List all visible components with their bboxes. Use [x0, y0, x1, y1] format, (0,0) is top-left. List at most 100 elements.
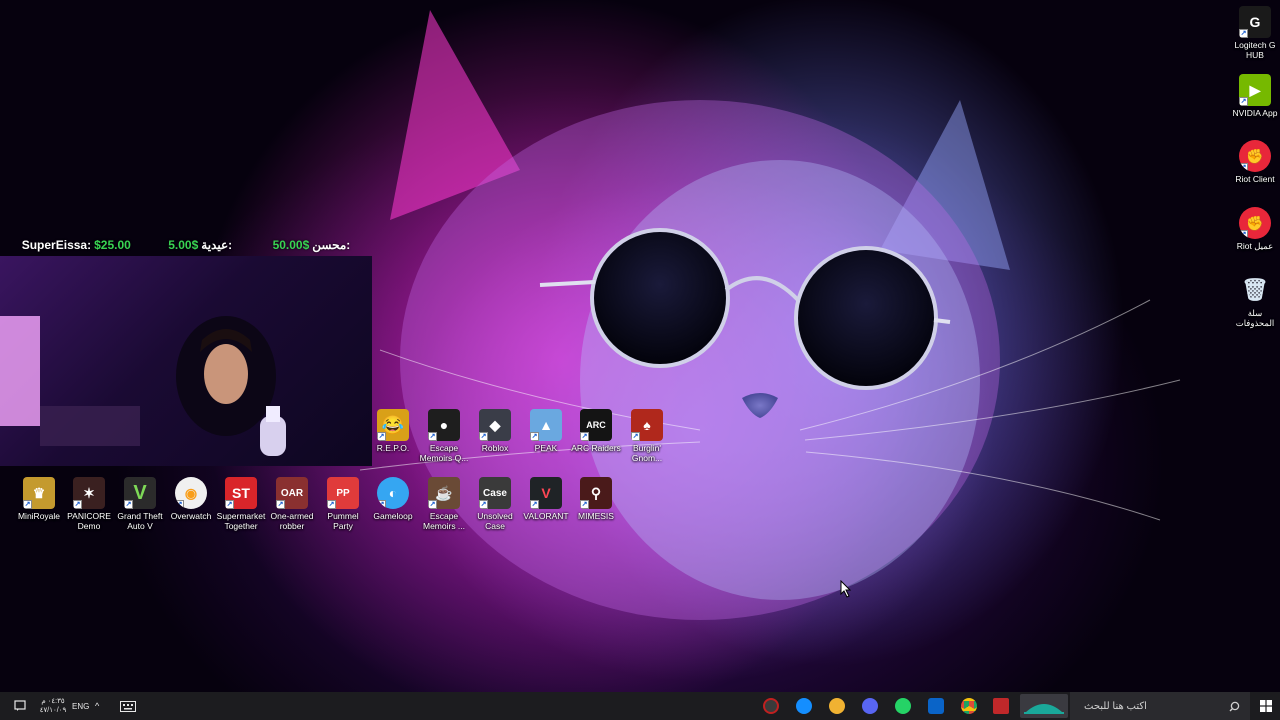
desktop-icon-label: Logitech G HUB: [1234, 40, 1276, 60]
clock-date: ٤٧/١٠/٠٩: [39, 707, 67, 714]
desktop-icon-unsolved-case[interactable]: Case ↗ Unsolved Case: [469, 477, 521, 531]
desktop-icon-label: R.E.P.O.: [376, 443, 410, 453]
desktop-icon-label: VALORANT: [523, 511, 569, 521]
desktop-icon-riot-client[interactable]: ✊ ↗ Riot Client: [1229, 140, 1280, 184]
desktop-icon-label: NVIDIA App: [1232, 108, 1278, 118]
desktop-icon-label: One-armed robber: [270, 511, 314, 531]
desktop-icon-overwatch[interactable]: ◉ ↗ Overwatch: [165, 477, 217, 521]
desktop-icon-one-armed-robber[interactable]: OAR ↗ One-armed robber: [266, 477, 318, 531]
taskbar-app-battlenet[interactable]: [793, 696, 815, 716]
shortcut-arrow-icon: ↗: [479, 500, 488, 509]
taskbar-app-chrome[interactable]: [958, 696, 980, 716]
taskbar-clock[interactable]: ٠٤:٣٥ م ٤٧/١٠/٠٩: [36, 692, 70, 720]
taskbar-app-media[interactable]: [990, 696, 1012, 716]
shortcut-arrow-icon: ↗: [175, 500, 184, 509]
desktop-icon-pummel-party[interactable]: PP ↗ Pummel Party: [317, 477, 369, 531]
desktop-icon-recycle-bin[interactable]: 🗑 سلة المحذوفات: [1229, 274, 1280, 328]
desktop-icon-gameloop[interactable]: ◐ ↗ Gameloop: [367, 477, 419, 521]
discord-alt-icon: [829, 698, 845, 714]
panicore-icon: ✶ ↗: [73, 477, 105, 509]
desktop-icon-label: MIMESIS: [578, 511, 614, 521]
shortcut-arrow-icon: ↗: [1239, 163, 1248, 172]
shortcut-arrow-icon: ↗: [1239, 29, 1248, 38]
unsolved-case-icon: Case ↗: [479, 477, 511, 509]
desktop-icon-mimesis[interactable]: ⚲ ↗ MIMESIS: [570, 477, 622, 521]
running-app-thumbnail-icon: [1024, 704, 1064, 714]
shortcut-arrow-icon: ↗: [479, 432, 488, 441]
shortcut-arrow-icon: ↗: [327, 500, 336, 509]
mouse-cursor-icon: [840, 580, 852, 598]
shortcut-arrow-icon: ↗: [73, 500, 82, 509]
taskbar-app-whatsapp[interactable]: [892, 696, 914, 716]
taskbar-search-box[interactable]: اكتب هنا للبحث: [1070, 692, 1250, 720]
shortcut-arrow-icon: ↗: [225, 500, 234, 509]
desktop-icon-logitech-g-hub[interactable]: G ↗ Logitech G HUB: [1229, 6, 1280, 60]
shortcut-arrow-icon: ↗: [530, 432, 539, 441]
desktop-icon-label: ARC Raiders: [571, 443, 621, 453]
language-indicator[interactable]: ENG: [72, 692, 89, 720]
desktop-icon-burglin-gnomes[interactable]: ♠ ↗ Burglin' Gnom...: [621, 409, 673, 463]
desktop-icon-valorant[interactable]: V ↗ VALORANT: [520, 477, 572, 521]
webcam-feed: [0, 316, 286, 456]
webcam-overlay: [0, 256, 372, 466]
mimesis-icon: ⚲ ↗: [580, 477, 612, 509]
notification-center-icon[interactable]: [14, 692, 26, 720]
desktop-icon-riot-client-ar[interactable]: ✊ ↗ Riot عميل: [1229, 207, 1280, 251]
donation-entry: SuperEissa: $25.00: [19, 238, 131, 252]
donor-name: عيدية:: [201, 238, 233, 252]
desktop-icon-panicore[interactable]: ✶ ↗ PANICORE Demo: [63, 477, 115, 531]
nvidia-icon: ▶ ↗: [1239, 74, 1271, 106]
obs-icon: [763, 698, 779, 714]
desktop-icon-label: Escape Memoirs ...: [422, 511, 466, 531]
shortcut-arrow-icon: ↗: [530, 500, 539, 509]
desktop-icon-label: Riot Client: [1235, 174, 1275, 184]
battlenet-icon: [796, 698, 812, 714]
desktop-icon-roblox[interactable]: ◆ ↗ Roblox: [469, 409, 521, 453]
desktop-icon-peak[interactable]: ▲ ↗ PEAK: [520, 409, 572, 453]
desktop-icon-miniroyale[interactable]: ♛ ↗ MiniRoyale: [13, 477, 65, 521]
riot-icon: ✊ ↗: [1239, 140, 1271, 172]
shortcut-arrow-icon: ↗: [124, 500, 133, 509]
desktop-icon-label: Riot عميل: [1236, 241, 1274, 251]
desktop-icon-gta-v[interactable]: V ↗ Grand Theft Auto V: [114, 477, 166, 531]
desktop-icon-escape-memoirs-q[interactable]: ● ↗ Escape Memoirs Q...: [418, 409, 470, 463]
desktop-icon-repo[interactable]: 😂 ↗ R.E.P.O.: [367, 409, 419, 453]
shortcut-arrow-icon: ↗: [23, 500, 32, 509]
one-armed-robber-icon: OAR ↗: [276, 477, 308, 509]
desktop-icon-label: Supermarket Together: [216, 511, 266, 531]
chrome-icon: [961, 698, 977, 714]
taskbar-running-app[interactable]: [1020, 694, 1068, 718]
start-button[interactable]: [1252, 692, 1280, 720]
burglin-gnomes-icon: ♠ ↗: [631, 409, 663, 441]
arc-raiders-icon: ARC ↗: [580, 409, 612, 441]
desktop-icon-escape-memoirs[interactable]: ☕ ↗ Escape Memoirs ...: [418, 477, 470, 531]
taskbar-app-discord[interactable]: [859, 696, 881, 716]
search-icon: [1229, 701, 1240, 711]
shortcut-arrow-icon: ↗: [1239, 97, 1248, 106]
desktop-icon-label: PEAK: [534, 443, 558, 453]
donor-name: محسن:: [312, 238, 351, 252]
taskbar-app-obs[interactable]: [760, 696, 782, 716]
taskbar-app-discord-alt[interactable]: [826, 696, 848, 716]
recycle-bin-icon: 🗑: [1241, 277, 1269, 302]
desktop-icon-nvidia-app[interactable]: ▶ ↗ NVIDIA App: [1229, 74, 1280, 118]
valorant-icon: V ↗: [530, 477, 562, 509]
media-app-icon: [993, 698, 1009, 714]
shortcut-arrow-icon: ↗: [377, 432, 386, 441]
discord-icon: [862, 698, 878, 714]
donation-entry: 50.00$ محسن:: [273, 238, 354, 252]
shortcut-arrow-icon: ↗: [428, 500, 437, 509]
desktop-icon-arc-raiders[interactable]: ARC ↗ ARC Raiders: [570, 409, 622, 453]
taskbar-app-mail[interactable]: [925, 696, 947, 716]
roblox-icon: ◆ ↗: [479, 409, 511, 441]
logitech-g-icon: G ↗: [1239, 6, 1271, 38]
desktop-icon-supermarket-together[interactable]: ST ↗ Supermarket Together: [215, 477, 267, 531]
tray-chevron-up-icon[interactable]: ^: [95, 692, 99, 720]
touch-keyboard-icon[interactable]: [120, 692, 136, 720]
donations-bar: SuperEissa: $25.00 5.00$ عيدية: 50.00$ محسن…: [0, 234, 372, 256]
shortcut-arrow-icon: ↗: [580, 432, 589, 441]
whatsapp-icon: [895, 698, 911, 714]
shortcut-arrow-icon: ↗: [428, 432, 437, 441]
desktop-icon-label: Overwatch: [170, 511, 212, 521]
donation-amount: 5.00$: [168, 238, 199, 252]
